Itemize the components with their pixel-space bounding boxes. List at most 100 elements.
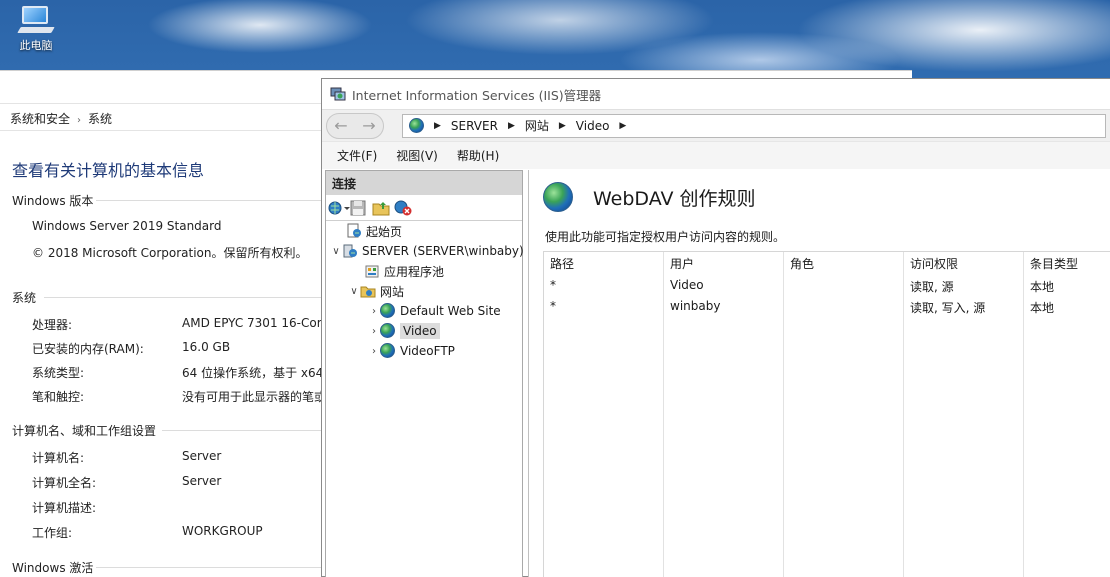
feature-title-text: WebDAV 创作规则 (593, 187, 756, 210)
info-value: 64 位操作系统，基于 x64 (182, 366, 324, 380)
column-header[interactable]: 角色 (784, 252, 820, 274)
section-heading-edition: Windows 版本 (12, 194, 94, 208)
address-bar[interactable]: ▶ SERVER ▶ 网站 ▶ Video ▶ (402, 113, 1106, 138)
chevron-right-icon[interactable]: › (368, 326, 380, 337)
address-segment[interactable]: Video (576, 119, 610, 133)
page-title: 查看有关计算机的基本信息 (12, 161, 205, 180)
copyright-text: © 2018 Microsoft Corporation。保留所有权利。 (32, 246, 308, 260)
webdav-globe-icon (543, 182, 573, 212)
feature-title: WebDAV 创作规则 (543, 182, 756, 212)
cell-access: 读取, 写入, 源 (910, 301, 986, 315)
nav-buttons: ← → (326, 112, 384, 139)
cell-entry-type: 本地 (1030, 280, 1055, 294)
info-row: 计算机名: Server (32, 449, 221, 466)
start-page-icon (346, 223, 362, 239)
tree-item-start-page[interactable]: 起始页 (346, 221, 402, 241)
tree-item-label: 网站 (380, 284, 405, 299)
tree-item-label: VideoFTP (400, 344, 455, 358)
info-value: 16.0 GB (182, 340, 231, 354)
info-label: 计算机全名: (32, 476, 97, 490)
chevron-down-icon[interactable]: ∨ (348, 286, 360, 297)
tree-item-app-pools[interactable]: 应用程序池 (364, 261, 444, 281)
column-header[interactable]: 路径 (544, 252, 580, 274)
cell-user: Video (670, 278, 704, 292)
chevron-right-icon[interactable]: ▶ (619, 121, 626, 131)
chevron-right-icon[interactable]: ▶ (559, 121, 566, 131)
info-value: WORKGROUP (182, 524, 263, 538)
info-row: 系统类型: 64 位操作系统，基于 x64 (32, 364, 323, 381)
connections-toolbar (326, 195, 522, 221)
info-value: 没有可用于此显示器的笔或 (182, 390, 327, 404)
info-row: 笔和触控: 没有可用于此显示器的笔或 (32, 388, 326, 405)
computer-icon (17, 6, 55, 34)
tree-item-label: Default Web Site (400, 304, 501, 318)
column-path (544, 252, 664, 577)
back-arrow-icon[interactable]: ← (334, 116, 347, 135)
cell-path: * (550, 278, 556, 292)
globe-icon (409, 118, 424, 133)
tree-item-site[interactable]: › VideoFTP (368, 341, 455, 361)
info-label: 已安装的内存(RAM): (32, 342, 144, 356)
info-row: 处理器: AMD EPYC 7301 16-Core (32, 316, 329, 333)
tree-item-label: 起始页 (366, 224, 403, 239)
info-row: 工作组: WORKGROUP (32, 524, 263, 541)
divider (96, 200, 326, 201)
disconnect-icon[interactable] (394, 200, 412, 216)
column-role (784, 252, 904, 577)
tree-item-server[interactable]: ∨ SERVER (SERVER\winbaby) (330, 241, 524, 261)
globe-icon (380, 303, 396, 319)
chevron-down-icon[interactable]: ∨ (330, 246, 342, 257)
chevron-right-icon[interactable]: ▶ (434, 121, 441, 131)
divider (162, 430, 322, 431)
column-header[interactable]: 访问权限 (904, 252, 964, 274)
globe-icon (380, 343, 396, 359)
feature-content-pane: WebDAV 创作规则 使用此功能可指定授权用户访问内容的规则。 路径 用户 角… (528, 170, 1110, 577)
info-label: 计算机描述: (32, 501, 97, 515)
section-heading-activation: Windows 激活 (12, 561, 94, 575)
feature-description: 使用此功能可指定授权用户访问内容的规则。 (545, 230, 786, 244)
column-header[interactable]: 用户 (664, 252, 700, 274)
title-bar[interactable]: Internet Information Services (IIS)管理器 (322, 79, 1110, 109)
menu-help[interactable]: 帮助(H) (457, 147, 499, 164)
breadcrumb-item[interactable]: 系统和安全 (10, 112, 70, 126)
rules-table: 路径 用户 角色 访问权限 条目类型 * Video 读取, 源 本地 * wi… (543, 251, 1110, 577)
info-value: Server (182, 449, 222, 463)
section-heading-computer: 计算机名、域和工作组设置 (12, 424, 157, 438)
sites-folder-icon (360, 283, 376, 299)
tree-item-label: Video (400, 323, 440, 339)
folder-up-icon[interactable] (372, 200, 390, 216)
address-segment[interactable]: 网站 (525, 117, 549, 134)
window-title: Internet Information Services (IIS)管理器 (352, 87, 602, 103)
cell-access: 读取, 源 (910, 280, 954, 294)
save-icon[interactable] (350, 200, 368, 216)
menu-bar: 文件(F) 视图(V) 帮助(H) (322, 141, 1110, 169)
menu-file[interactable]: 文件(F) (337, 147, 377, 164)
menu-view[interactable]: 视图(V) (396, 147, 438, 164)
connect-globe-icon[interactable] (328, 200, 350, 216)
column-header[interactable]: 条目类型 (1024, 252, 1084, 274)
tree-item-site-selected[interactable]: › Video (368, 321, 440, 341)
chevron-right-icon[interactable]: ▶ (508, 121, 515, 131)
section-heading-system: 系统 (12, 291, 37, 305)
info-value: Server (182, 474, 222, 488)
connections-pane: 连接 起始页 ∨ SERVER (SERVER\winbaby) 应用程序池 ∨… (325, 170, 524, 577)
address-segment[interactable]: SERVER (451, 119, 498, 133)
tree-item-sites[interactable]: ∨ 网站 (348, 281, 404, 301)
breadcrumb-item[interactable]: 系统 (88, 112, 112, 126)
info-row: 计算机全名: Server (32, 474, 221, 491)
info-label: 处理器: (32, 318, 73, 332)
application-pool-icon (364, 263, 380, 279)
info-label: 工作组: (32, 526, 73, 540)
tree-item-site[interactable]: › Default Web Site (368, 301, 501, 321)
connections-header: 连接 (326, 171, 522, 195)
info-row: 计算机描述: (32, 499, 96, 516)
globe-icon (380, 323, 396, 339)
chevron-right-icon[interactable]: › (368, 306, 380, 317)
desktop-icon-this-pc[interactable]: 此电脑 (12, 6, 60, 53)
navigation-bar: ← → ▶ SERVER ▶ 网站 ▶ Video ▶ (322, 109, 1110, 141)
chevron-right-icon[interactable]: › (368, 346, 380, 357)
tree-item-label: 应用程序池 (384, 264, 445, 279)
forward-arrow-icon[interactable]: → (362, 116, 375, 135)
cell-entry-type: 本地 (1030, 301, 1055, 315)
tree-item-label: SERVER (SERVER\winbaby) (362, 244, 524, 258)
